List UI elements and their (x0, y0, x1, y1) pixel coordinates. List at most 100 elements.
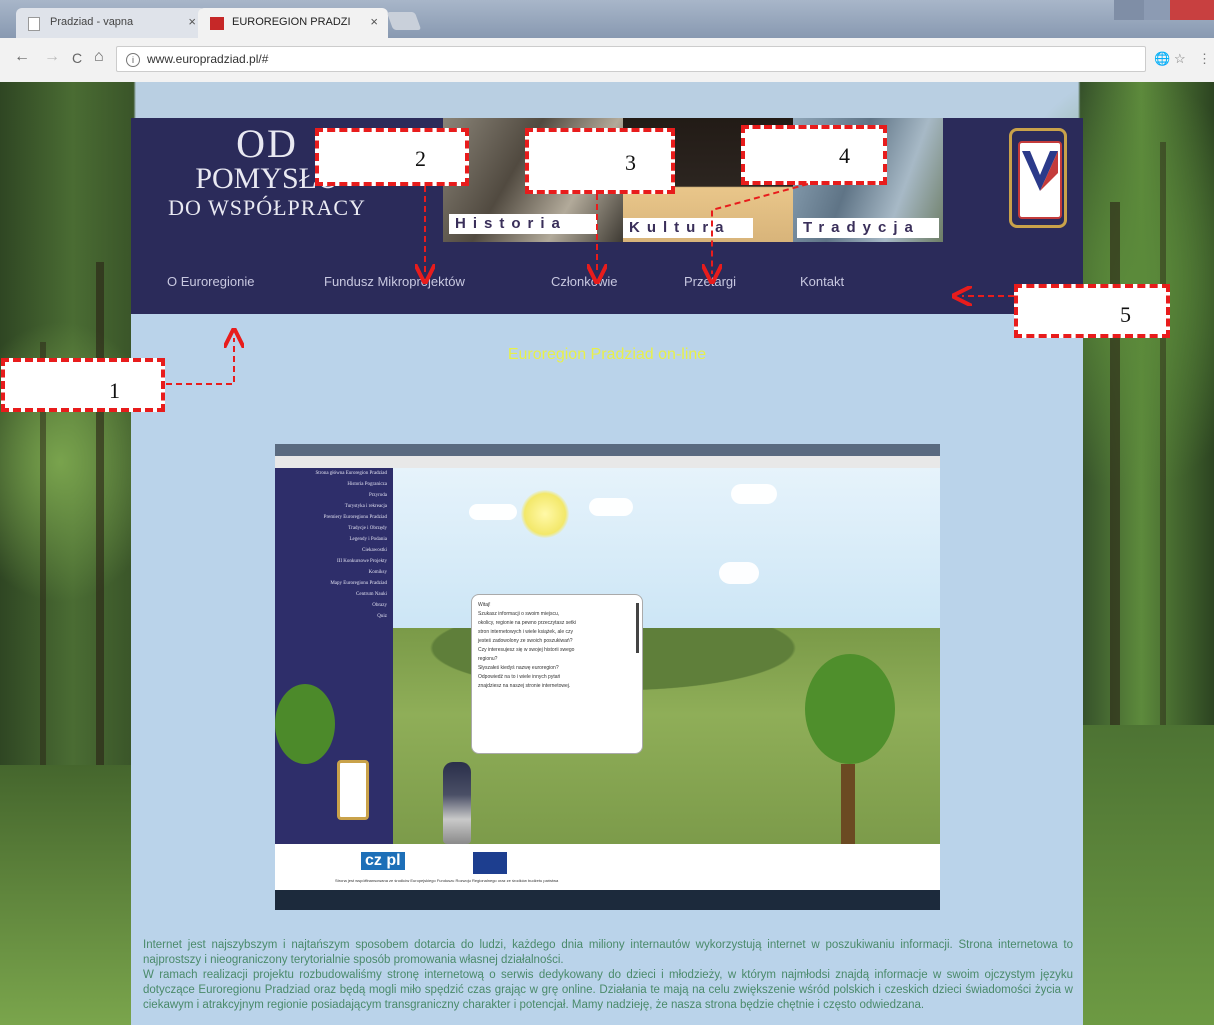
annotation-box-5: 5 (1014, 284, 1170, 338)
bubble-line: regionu? (478, 656, 498, 662)
banner-tradycja[interactable]: Tradycja (797, 218, 939, 238)
preview-footer-text: Strona jest współfinansowana ze środków … (335, 878, 559, 883)
preview-sidebar-item: Tradycje i Obrzędy (348, 526, 387, 531)
preview-sidebar-item: Historia Pogranicza (347, 482, 387, 487)
annotation-label: 5 (1120, 302, 1131, 327)
tree-left (275, 684, 335, 764)
back-icon[interactable]: ← (14, 48, 30, 66)
bubble-line: Odpowiedź na to i wiele innych pytań (478, 674, 561, 680)
close-tab-icon[interactable]: × (188, 14, 196, 29)
cloud (731, 484, 777, 504)
banner-historia[interactable]: Historia (449, 214, 597, 234)
close-tab-icon[interactable]: × (370, 14, 378, 29)
tree-trunk (96, 262, 104, 822)
tree-trunk (841, 764, 855, 844)
preview-footer: cz pl Strona jest współfinansowana ze śr… (275, 844, 940, 890)
browser-tab-pradziad[interactable]: Pradziad - vapna × (16, 8, 206, 38)
tab-title: Pradziad - vapna (50, 16, 134, 28)
preview-crest-icon (337, 760, 369, 820)
annotation-box-2: 2 (315, 128, 469, 186)
page-subtitle: Euroregion Pradziad on-line (507, 346, 707, 363)
preview-address-bar (275, 456, 940, 468)
sun-icon (521, 490, 569, 538)
reload-icon[interactable]: C (72, 50, 82, 66)
bubble-line: okolicy, regionie na pewno przeczytasz s… (478, 620, 577, 626)
logo-line3: DO WSPÓŁPRACY (168, 195, 366, 220)
grass-left (0, 765, 135, 1025)
preview-sidebar-item: Quiz (377, 614, 387, 619)
preview-footer-logo: cz pl (361, 852, 405, 870)
preview-sidebar: Strona główna Euroregion Pradziad Histor… (275, 468, 393, 844)
bubble-scrollbar[interactable] (636, 603, 639, 653)
preview-sidebar-item: III Konkursowe Projekty (337, 559, 387, 564)
close-window-button[interactable] (1170, 0, 1214, 20)
nav-fundusz-mikroprojektow[interactable]: Fundusz Mikroprojektów (324, 274, 465, 289)
eu-flag-icon (473, 852, 507, 874)
new-tab-button[interactable] (386, 12, 422, 30)
tab-title: EUROREGION PRADZI (232, 16, 351, 28)
preview-sidebar-item: Mapy Euroregionu Pradziad (330, 581, 387, 586)
wizard-speech-bubble: Witaj! Szukasz informacji o swoim miejsc… (471, 594, 643, 754)
bubble-line: jesteś zadowolony ze swoich poszukiwań? (478, 638, 573, 644)
browser-tab-strip: Pradziad - vapna × EUROREGION PRADZI × (0, 0, 1214, 38)
bubble-line: Witaj! (478, 602, 491, 608)
bubble-line: stron internetowych i wiele książek, ale… (478, 629, 574, 635)
bubble-line: Czy interesujesz się w swojej historii s… (478, 647, 575, 653)
page-icon (28, 17, 40, 31)
cloud (469, 504, 517, 520)
preview-sidebar-item: Obrazy (372, 603, 387, 608)
home-icon[interactable]: ⌂ (94, 48, 104, 66)
minimize-button[interactable] (1114, 0, 1144, 20)
browser-tab-euroregion[interactable]: EUROREGION PRADZI × (198, 8, 388, 38)
url-input[interactable]: i www.europradziad.pl/# (116, 46, 1146, 72)
preview-sidebar-item: Centrum Nauki (356, 592, 387, 597)
euroregion-favicon (210, 17, 224, 30)
banner-kultura[interactable]: Kultura (623, 218, 753, 238)
page-viewport: OD POMYSŁU DO WSPÓŁPRACY Historia Kultur… (0, 82, 1214, 1025)
forward-icon[interactable]: → (44, 48, 60, 66)
site-container: OD POMYSŁU DO WSPÓŁPRACY Historia Kultur… (131, 118, 1083, 1025)
preview-taskbar (275, 890, 940, 910)
info-icon[interactable]: i (126, 53, 140, 67)
wizard-character (443, 762, 471, 844)
annotation-label: 1 (109, 378, 120, 403)
preview-sidebar-item: Legendy i Podania (349, 537, 388, 542)
annotation-box-4: 4 (741, 125, 887, 185)
nav-przetargi[interactable]: Przetargi (684, 274, 736, 289)
preview-tab-strip (275, 444, 940, 456)
preview-sidebar-item: Komiksy (368, 570, 387, 575)
translate-icon[interactable]: 🌐 (1154, 51, 1170, 67)
intro-paragraph: Internet jest najszybszym i najtańszym s… (143, 939, 1073, 966)
main-nav: O Euroregionie Fundusz Mikroprojektów Cz… (131, 242, 1083, 314)
maximize-button[interactable] (1144, 0, 1170, 20)
url-text: www.europradziad.pl/# (147, 52, 269, 66)
preview-screenshot[interactable]: Strona główna Euroregion Pradziad Histor… (275, 444, 940, 910)
nav-czlonkowie[interactable]: Członkowie (551, 274, 617, 289)
annotation-label: 4 (839, 143, 850, 168)
grass-right (1079, 725, 1214, 1025)
intro-text: Internet jest najszybszym i najtańszym s… (143, 938, 1073, 1013)
intro-paragraph: W ramach realizacji projektu rozbudowali… (143, 969, 1073, 1011)
preview-sidebar-item: Strona główna Euroregion Pradziad (315, 471, 387, 476)
address-bar-row: ← → C ⌂ i www.europradziad.pl/# 🌐 ☆ ⋮ (0, 38, 1214, 83)
cloud (719, 562, 759, 584)
preview-sidebar-item: Premiery Euroregionu Pradziad (323, 515, 387, 520)
annotation-label: 3 (625, 150, 636, 175)
euroregion-crest-icon (1009, 128, 1067, 228)
preview-sidebar-item: Turystyka i rekreacja (344, 504, 387, 509)
annotation-box-3: 3 (525, 128, 675, 194)
cloud (589, 498, 633, 516)
bookmark-star-icon[interactable]: ☆ (1174, 51, 1186, 67)
window-controls (1114, 0, 1214, 22)
nav-o-euroregionie[interactable]: O Euroregionie (167, 274, 254, 289)
preview-sidebar-item: Przyroda (368, 493, 387, 498)
annotation-box-1: 1 (1, 358, 165, 412)
bubble-line: znajdziesz na naszej stronie internetowe… (478, 683, 571, 689)
bubble-line: Słyszałeś kiedyś nazwę euroregion? (478, 665, 559, 671)
annotation-label: 2 (415, 146, 426, 171)
menu-icon[interactable]: ⋮ (1198, 51, 1211, 67)
bubble-line: Szukasz informacji o swoim miejscu, (478, 611, 560, 617)
tree-right (805, 654, 895, 764)
preview-sidebar-item: Ciekawostki (362, 548, 387, 553)
nav-kontakt[interactable]: Kontakt (800, 274, 844, 289)
